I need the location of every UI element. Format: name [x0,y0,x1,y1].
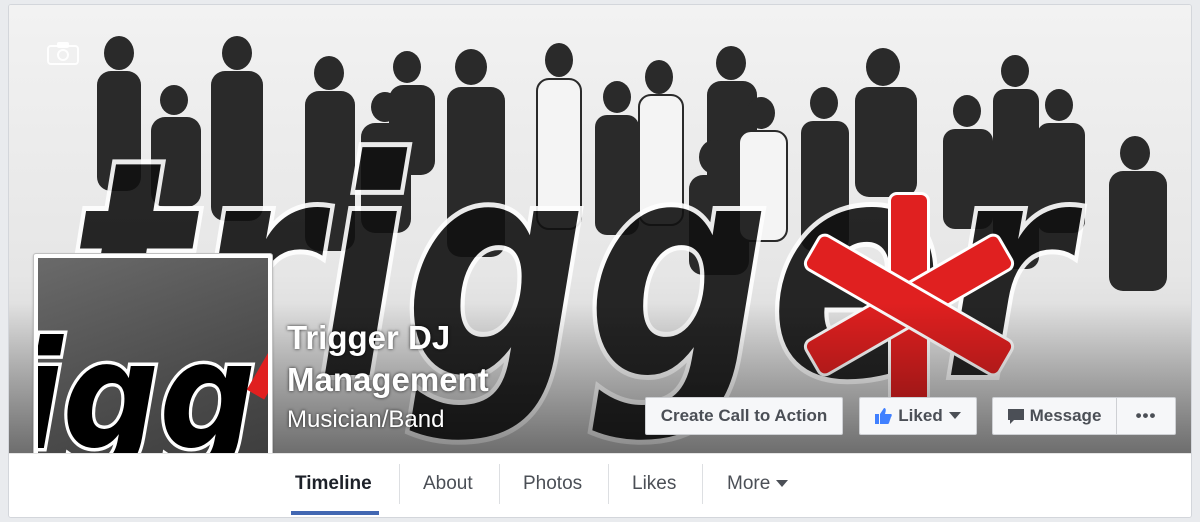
active-tab-indicator [291,511,379,515]
tab-divider [499,464,500,504]
page-title: Trigger DJ Management [287,319,489,398]
more-options-button[interactable]: ••• [1116,397,1176,435]
tab-more[interactable]: More [723,464,792,504]
tab-about[interactable]: About [419,464,477,504]
liked-button[interactable]: Liked [859,397,977,435]
ellipsis-icon: ••• [1135,406,1157,425]
page-category: Musician/Band [287,406,445,433]
chevron-down-icon [776,480,789,487]
create-call-to-action-button[interactable]: Create Call to Action [645,397,843,435]
message-icon [1007,408,1024,424]
page-header: trigger Trigger DJ Management Musician/B… [8,4,1192,518]
tab-more-label: More [727,473,771,494]
camera-icon[interactable] [47,41,79,65]
page-nav-tabs: Timeline About Photos Likes More [9,453,1191,517]
tab-divider [608,464,609,504]
cta-label: Create Call to Action [660,406,828,425]
thumbs-up-icon [875,408,893,424]
message-button[interactable]: Message [992,397,1116,435]
message-label: Message [1029,406,1102,425]
liked-label: Liked [898,406,943,425]
tab-photos[interactable]: Photos [519,464,586,504]
tab-divider [702,464,703,504]
chevron-down-icon [948,412,961,419]
tab-divider [399,464,400,504]
tab-likes[interactable]: Likes [628,464,680,504]
tab-timeline[interactable]: Timeline [291,464,376,504]
